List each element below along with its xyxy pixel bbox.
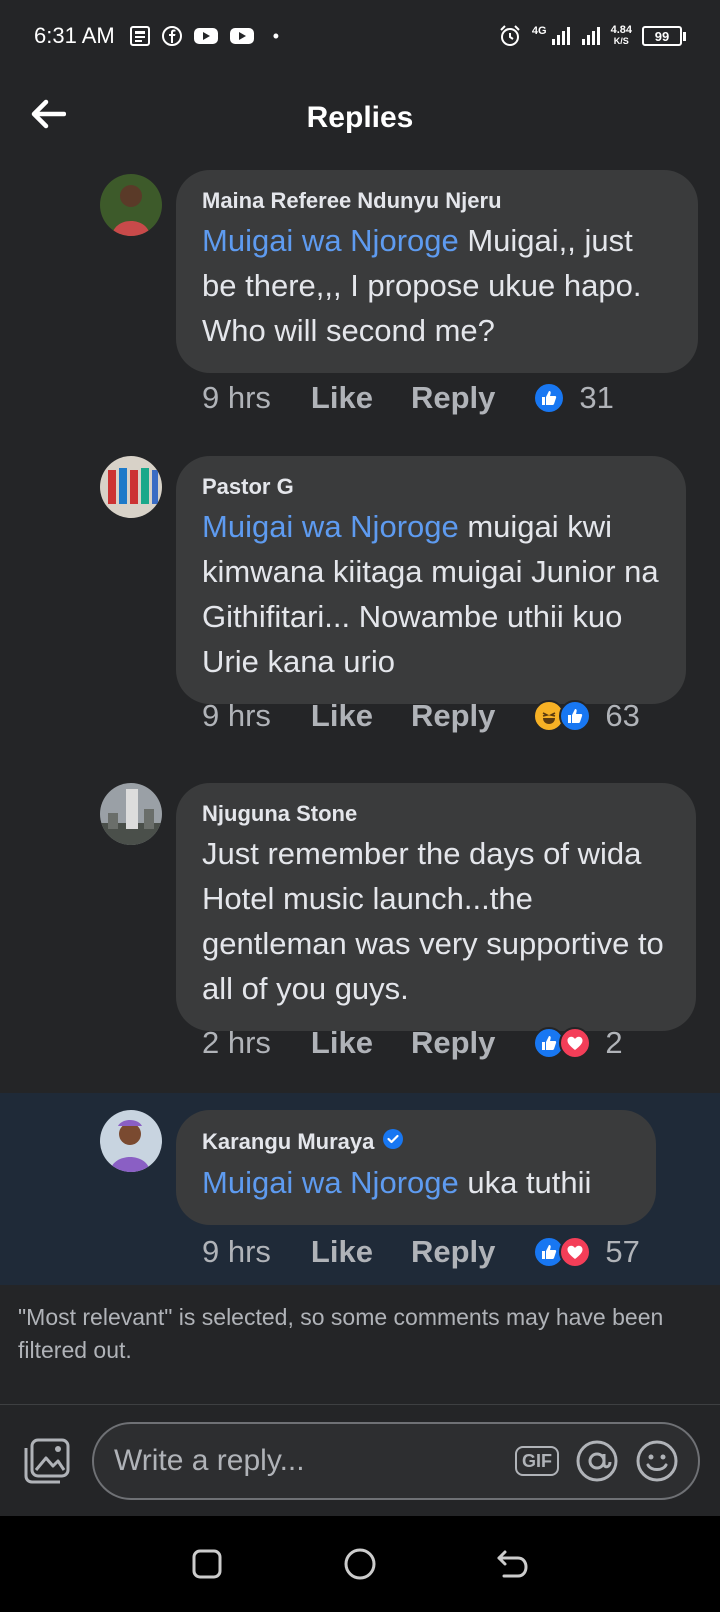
reaction-count: 31 <box>579 380 614 415</box>
status-bar: 6:31 AM • 4G 4.84 K/S 99 <box>0 0 720 72</box>
mention-link[interactable]: Muigai wa Njoroge <box>202 509 459 544</box>
system-navigation-bar <box>0 1516 720 1612</box>
like-reaction-icon <box>559 700 592 732</box>
mention-link[interactable]: Muigai wa Njoroge <box>202 223 459 258</box>
reply-button[interactable]: Reply <box>411 698 495 734</box>
emoji-button[interactable] <box>634 1438 680 1484</box>
news-icon <box>129 25 151 47</box>
comment-bubble[interactable]: Njuguna Stone Just remember the days of … <box>176 783 696 1031</box>
speed-unit: K/S <box>613 36 629 46</box>
youtube-icon <box>229 26 255 46</box>
comment-bubble[interactable]: Karangu Muraya Muigai wa Njoroge uka tut… <box>176 1110 656 1225</box>
circle-icon <box>344 1548 376 1580</box>
comment-time: 9 hrs <box>202 380 271 415</box>
signal-icon <box>581 26 601 46</box>
comment-time: 9 hrs <box>202 1234 271 1269</box>
gif-button[interactable]: GIF <box>514 1438 560 1484</box>
battery-icon: 99 <box>642 26 686 46</box>
photo-button[interactable] <box>20 1433 74 1489</box>
alarm-icon <box>498 24 522 48</box>
comment-text: Muigai wa Njoroge muigai kwi kimwana kii… <box>202 509 659 679</box>
comment-author[interactable]: Pastor G <box>202 474 660 500</box>
at-sign-icon <box>576 1440 618 1482</box>
page-title: Replies <box>306 101 414 134</box>
avatar[interactable] <box>100 456 162 518</box>
battery-tip <box>683 31 686 41</box>
battery-level: 99 <box>642 26 682 46</box>
speed-value: 4.84 <box>610 24 632 36</box>
love-reaction-icon <box>559 1236 592 1268</box>
reply-input[interactable] <box>114 1444 500 1478</box>
comment-bubble[interactable]: Maina Referee Ndunyu Njeru Muigai wa Njo… <box>176 170 698 373</box>
status-time: 6:31 AM <box>34 23 115 48</box>
recent-apps-button[interactable] <box>177 1534 237 1594</box>
header: Replies <box>0 72 720 164</box>
mention-button[interactable] <box>574 1438 620 1484</box>
return-arrow-icon <box>497 1550 528 1578</box>
reactions[interactable]: 63 <box>533 698 640 734</box>
avatar[interactable] <box>100 1110 162 1172</box>
reactions[interactable]: 57 <box>533 1234 640 1270</box>
comment-time: 9 hrs <box>202 698 271 733</box>
smiley-icon <box>636 1440 678 1482</box>
comment-author[interactable]: Karangu Muraya <box>202 1128 630 1156</box>
facebook-icon <box>161 25 183 47</box>
comment-actions: 9 hrs Like Reply 63 <box>202 698 640 734</box>
reaction-count: 2 <box>605 1025 623 1060</box>
avatar[interactable] <box>100 174 162 236</box>
mention-link[interactable]: Muigai wa Njoroge <box>202 1165 459 1200</box>
reaction-count: 63 <box>605 698 640 733</box>
comment-author[interactable]: Maina Referee Ndunyu Njeru <box>202 188 672 214</box>
signal-icon <box>551 26 571 46</box>
reply-button[interactable]: Reply <box>411 1234 495 1270</box>
square-icon <box>192 1549 222 1579</box>
reply-button[interactable]: Reply <box>411 1025 495 1061</box>
youtube-icon <box>193 26 219 46</box>
network-speed: 4.84 K/S <box>611 25 632 47</box>
back-nav-button[interactable] <box>483 1534 543 1594</box>
reaction-count: 57 <box>605 1234 640 1269</box>
comment-actions: 2 hrs Like Reply 2 <box>202 1025 623 1061</box>
reply-composer: GIF <box>0 1406 720 1516</box>
comment-bubble[interactable]: Pastor G Muigai wa Njoroge muigai kwi ki… <box>176 456 686 704</box>
reply-input-container: GIF <box>92 1422 700 1500</box>
like-reaction-icon <box>533 382 566 414</box>
network-type: 4G <box>531 25 547 37</box>
avatar[interactable] <box>100 783 162 845</box>
status-right: 4G 4.84 K/S 99 <box>498 24 686 48</box>
photo-icon <box>24 1438 70 1484</box>
reply-button[interactable]: Reply <box>411 380 495 416</box>
home-button[interactable] <box>330 1534 390 1594</box>
comment-time: 2 hrs <box>202 1025 271 1060</box>
dot-icon: • <box>272 25 280 46</box>
love-reaction-icon <box>559 1027 592 1059</box>
back-arrow-icon <box>31 99 66 129</box>
like-button[interactable]: Like <box>311 380 373 416</box>
comment-actions: 9 hrs Like Reply 57 <box>202 1234 640 1270</box>
back-button[interactable] <box>28 94 68 134</box>
verified-badge-icon <box>382 1128 404 1156</box>
reactions[interactable]: 2 <box>533 1025 623 1061</box>
gif-icon: GIF <box>515 1446 559 1476</box>
comment-actions: 9 hrs Like Reply 31 <box>202 380 614 416</box>
notification-icons: • <box>129 25 279 47</box>
filter-notice: "Most relevant" is selected, so some com… <box>0 1285 720 1405</box>
comment-text: Muigai wa Njoroge uka tuthii <box>202 1165 592 1200</box>
comment-text: Just remember the days of wida Hotel mus… <box>202 836 664 1006</box>
comment-text: Muigai wa Njoroge Muigai,, just be there… <box>202 223 642 348</box>
comment-author[interactable]: Njuguna Stone <box>202 801 670 827</box>
like-button[interactable]: Like <box>311 1234 373 1270</box>
reactions[interactable]: 31 <box>533 380 614 416</box>
like-button[interactable]: Like <box>311 698 373 734</box>
like-button[interactable]: Like <box>311 1025 373 1061</box>
